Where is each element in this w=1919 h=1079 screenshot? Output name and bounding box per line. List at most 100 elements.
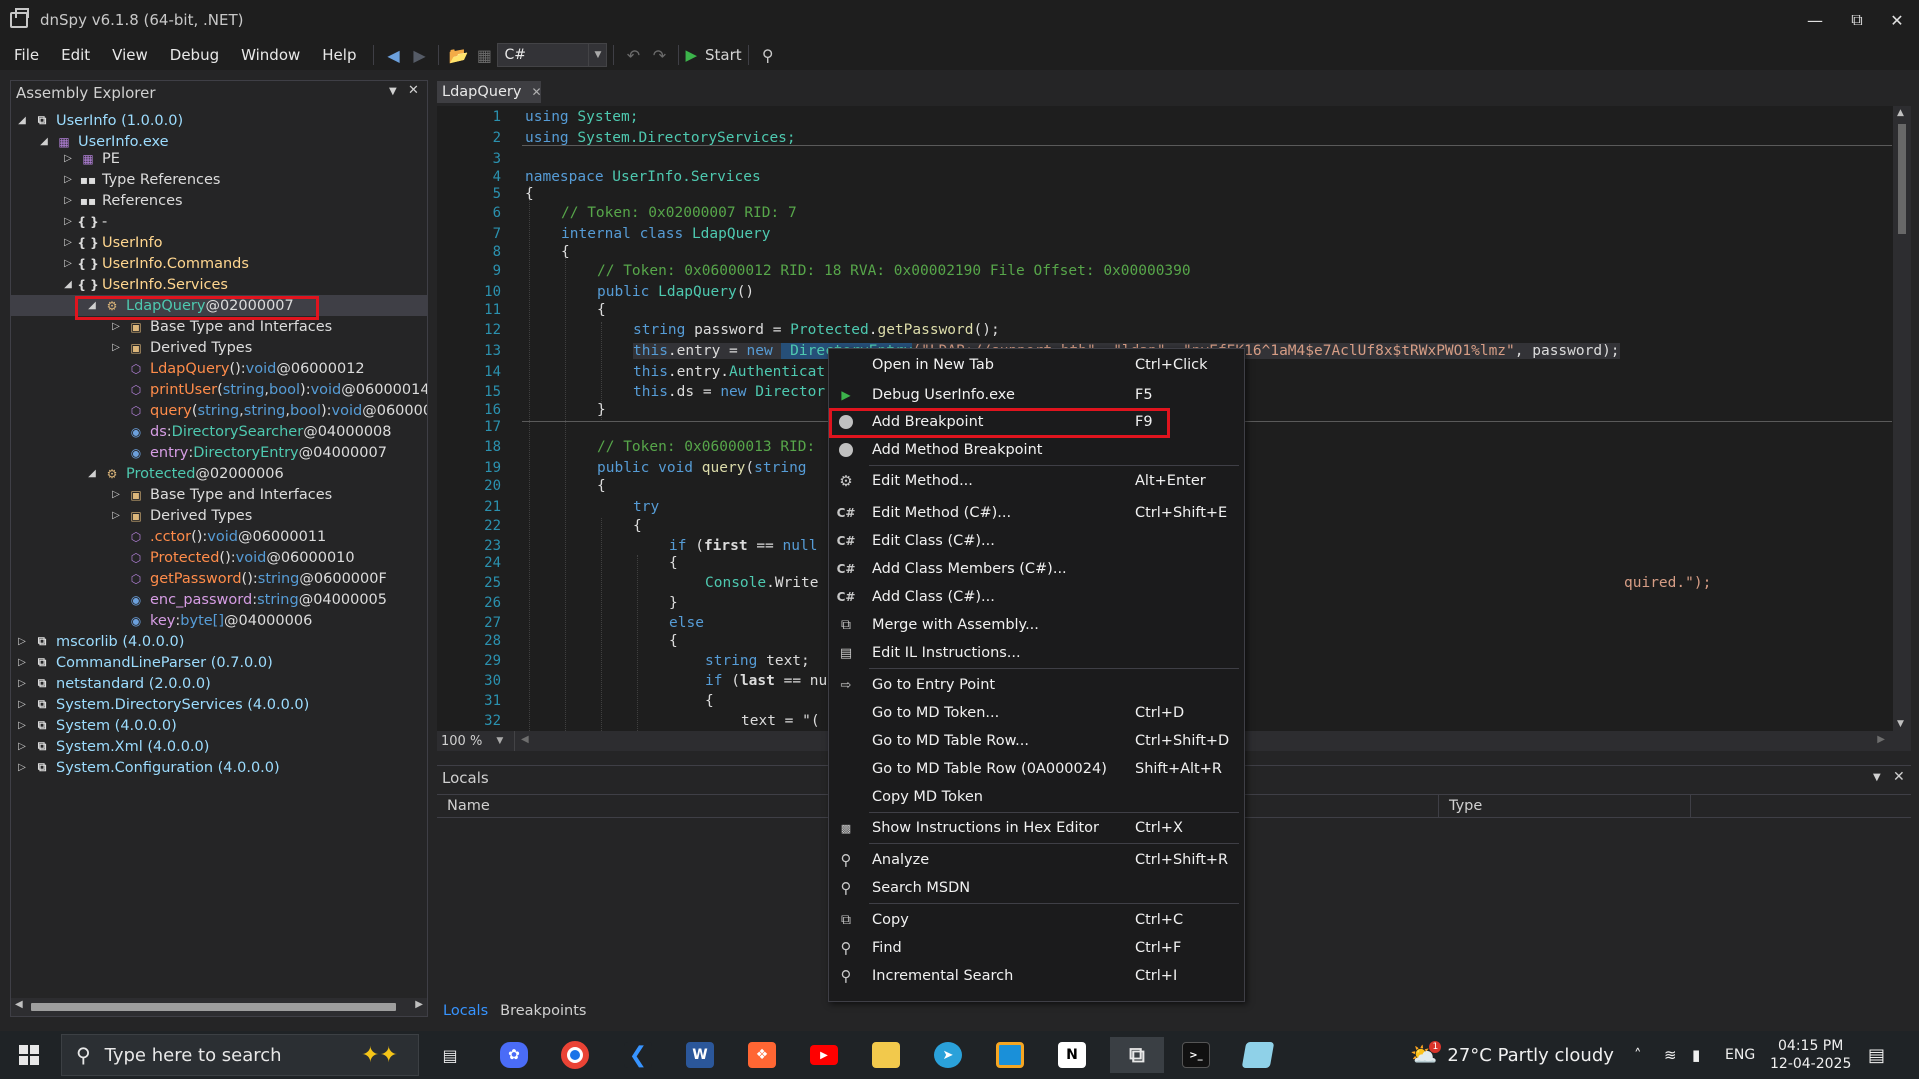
panel-options-chevron-icon[interactable]: ▼	[1873, 772, 1881, 783]
menu-item-copy-md-token[interactable]: Copy MD Token	[829, 785, 1244, 809]
collapsed-triangle-icon[interactable]: ▷	[15, 678, 29, 689]
tree-item-derived-types[interactable]: ▷ ▣ Derived Types	[11, 505, 427, 526]
start-button[interactable]	[0, 1031, 58, 1079]
youtube-app-icon[interactable]: ▶	[804, 1037, 844, 1073]
scrollbar-thumb[interactable]	[31, 1003, 396, 1011]
scroll-right-arrow-icon[interactable]: ▶	[415, 999, 423, 1010]
menu-item-edit-method-csharp[interactable]: C# Edit Method (C#)... Ctrl+Shift+E	[829, 501, 1244, 525]
notepad-app-icon[interactable]	[1238, 1037, 1278, 1073]
scroll-up-arrow-icon[interactable]: ▲	[1897, 108, 1904, 118]
menu-item-find[interactable]: ⚲ Find Ctrl+F	[829, 936, 1244, 960]
restore-button[interactable]: ⧉	[1836, 0, 1878, 40]
tree-item-method-protected-ctor[interactable]: ⬡ Protected() : void @06000010	[11, 547, 427, 568]
panel-options-chevron-icon[interactable]: ▼	[389, 86, 397, 97]
vertical-scrollbar[interactable]: ▲ ▼	[1893, 106, 1911, 731]
tree-item-namespace-services[interactable]: ◢ { } UserInfo.Services	[11, 274, 427, 295]
copilot-app-icon[interactable]: ✿	[494, 1037, 534, 1073]
tree-item-method-cctor[interactable]: ⬡ .cctor() : void @06000011	[11, 526, 427, 547]
redo-icon[interactable]: ↷	[646, 42, 672, 68]
collapsed-triangle-icon[interactable]: ▷	[109, 489, 123, 500]
telegram-app-icon[interactable]: ➤	[928, 1037, 968, 1073]
tab-breakpoints[interactable]: Breakpoints	[494, 1003, 592, 1019]
column-header-type[interactable]: Type	[1439, 795, 1691, 817]
tree-item-assembly[interactable]: ◢ ⧉ UserInfo (1.0.0.0)	[11, 110, 427, 131]
menu-edit[interactable]: Edit	[50, 46, 101, 64]
menu-item-add-breakpoint[interactable]: Add Breakpoint F9	[829, 410, 1244, 434]
close-window-button[interactable]: ✕	[1876, 0, 1918, 40]
show-hidden-icons-chevron-icon[interactable]: ˄	[1634, 1031, 1642, 1079]
expanded-triangle-icon[interactable]: ◢	[15, 115, 29, 126]
tab-ldapquery[interactable]: LdapQuery ✕	[437, 81, 542, 105]
collapsed-triangle-icon[interactable]: ▷	[61, 237, 75, 248]
navigate-forward-icon[interactable]: ▶	[406, 42, 432, 68]
menu-item-edit-method[interactable]: ⚙ Edit Method... Alt+Enter	[829, 469, 1244, 493]
notion-app-icon[interactable]: N	[1052, 1037, 1092, 1073]
tree-item-method-printuser[interactable]: ⬡ printUser(string, bool) : void @060000…	[11, 379, 427, 400]
menu-item-add-class[interactable]: C# Add Class (C#)...	[829, 585, 1244, 609]
menu-view[interactable]: View	[101, 46, 159, 64]
navigate-back-icon[interactable]: ◀	[380, 42, 406, 68]
scroll-right-arrow-icon[interactable]: ▶	[1877, 734, 1885, 745]
tree-item-field-key[interactable]: ◉ key : byte[] @04000006	[11, 610, 427, 631]
tree-item-field-entry[interactable]: ◉ entry : DirectoryEntry @04000007	[11, 442, 427, 463]
battery-icon[interactable]: ▮	[1692, 1031, 1700, 1079]
menu-item-open-in-new-tab[interactable]: Open in New Tab Ctrl+Click	[829, 353, 1244, 377]
start-debug-button[interactable]: ▶ Start	[685, 46, 741, 64]
tree-item-namespace-commands[interactable]: ▷ { } UserInfo.Commands	[11, 253, 427, 274]
tree-item-field-ds[interactable]: ◉ ds : DirectorySearcher @04000008	[11, 421, 427, 442]
vscode-app-icon[interactable]: ❮	[618, 1037, 658, 1073]
save-icon[interactable]: ▦	[471, 42, 497, 68]
tree-item-namespace-empty[interactable]: ▷ { } -	[11, 211, 427, 232]
collapsed-triangle-icon[interactable]: ▷	[61, 195, 75, 206]
collapsed-triangle-icon[interactable]: ▷	[109, 321, 123, 332]
menu-help[interactable]: Help	[311, 46, 367, 64]
expanded-triangle-icon[interactable]: ◢	[61, 279, 75, 290]
tree-item-class-protected[interactable]: ◢ ⚙ Protected @02000006	[11, 463, 427, 484]
tree-item-references[interactable]: ▷ ▪▪ References	[11, 190, 427, 211]
menu-item-go-to-md-token[interactable]: Go to MD Token... Ctrl+D	[829, 701, 1244, 725]
remote-desktop-icon[interactable]	[990, 1037, 1030, 1073]
close-panel-icon[interactable]: ✕	[1893, 769, 1905, 785]
tree-item-assembly-directoryservices[interactable]: ▷ ⧉ System.DirectoryServices (4.0.0.0)	[11, 694, 427, 715]
horizontal-scrollbar[interactable]: ◀ ▶	[11, 998, 427, 1016]
collapsed-triangle-icon[interactable]: ▷	[15, 657, 29, 668]
input-language[interactable]: ENG	[1725, 1031, 1755, 1079]
collapsed-triangle-icon[interactable]: ▷	[61, 216, 75, 227]
scroll-left-arrow-icon[interactable]: ◀	[521, 734, 529, 745]
file-explorer-icon[interactable]	[866, 1037, 906, 1073]
collapsed-triangle-icon[interactable]: ▷	[15, 636, 29, 647]
menu-item-go-to-entry-point[interactable]: ⇨ Go to Entry Point	[829, 673, 1244, 697]
zoom-level-select[interactable]: 100 % ▼	[437, 731, 515, 751]
collapsed-triangle-icon[interactable]: ▷	[109, 510, 123, 521]
menu-item-merge-with-assembly[interactable]: ⧉ Merge with Assembly...	[829, 613, 1244, 637]
word-app-icon[interactable]: W	[680, 1037, 720, 1073]
tree-item-base-types[interactable]: ▷ ▣ Base Type and Interfaces	[11, 316, 427, 337]
minimize-button[interactable]: —	[1794, 0, 1836, 40]
menu-item-go-to-md-table-row[interactable]: Go to MD Table Row... Ctrl+Shift+D	[829, 729, 1244, 753]
scroll-left-arrow-icon[interactable]: ◀	[15, 999, 23, 1010]
tree-item-assembly-configuration[interactable]: ▷ ⧉ System.Configuration (4.0.0.0)	[11, 757, 427, 778]
taskbar-search-box[interactable]: ⚲ Type here to search ✦✦	[61, 1034, 419, 1076]
collapsed-triangle-icon[interactable]: ▷	[15, 699, 29, 710]
tree-item-derived-types[interactable]: ▷ ▣ Derived Types	[11, 337, 427, 358]
menu-debug[interactable]: Debug	[159, 46, 230, 64]
dnspy-taskbar-icon[interactable]: ⧉	[1110, 1037, 1164, 1073]
close-tab-icon[interactable]: ✕	[531, 85, 541, 99]
collapsed-triangle-icon[interactable]: ▷	[15, 741, 29, 752]
tree-item-base-types[interactable]: ▷ ▣ Base Type and Interfaces	[11, 484, 427, 505]
menu-item-search-msdn[interactable]: ⚲ Search MSDN	[829, 876, 1244, 900]
tree-item-assembly-system[interactable]: ▷ ⧉ System (4.0.0.0)	[11, 715, 427, 736]
collapsed-triangle-icon[interactable]: ▷	[15, 720, 29, 731]
close-panel-icon[interactable]: ✕	[408, 83, 419, 98]
tree-item-type-references[interactable]: ▷ ▪▪ Type References	[11, 169, 427, 190]
tree-item-field-enc-password[interactable]: ◉ enc_password : string @04000005	[11, 589, 427, 610]
expanded-triangle-icon[interactable]: ◢	[37, 136, 51, 147]
undo-icon[interactable]: ↶	[620, 42, 646, 68]
open-folder-icon[interactable]: 📂	[445, 42, 471, 68]
tree-item-assembly-mscorlib[interactable]: ▷ ⧉ mscorlib (4.0.0.0)	[11, 631, 427, 652]
tree-item-pe[interactable]: ▷ ▦ PE	[11, 148, 427, 169]
scrollbar-thumb[interactable]	[1898, 124, 1906, 234]
menu-item-go-to-md-table-row-token[interactable]: Go to MD Table Row (0A000024) Shift+Alt+…	[829, 757, 1244, 781]
weather-widget[interactable]: ⛅ 1 27°C Partly cloudy	[1410, 1031, 1614, 1079]
menu-window[interactable]: Window	[230, 46, 311, 64]
